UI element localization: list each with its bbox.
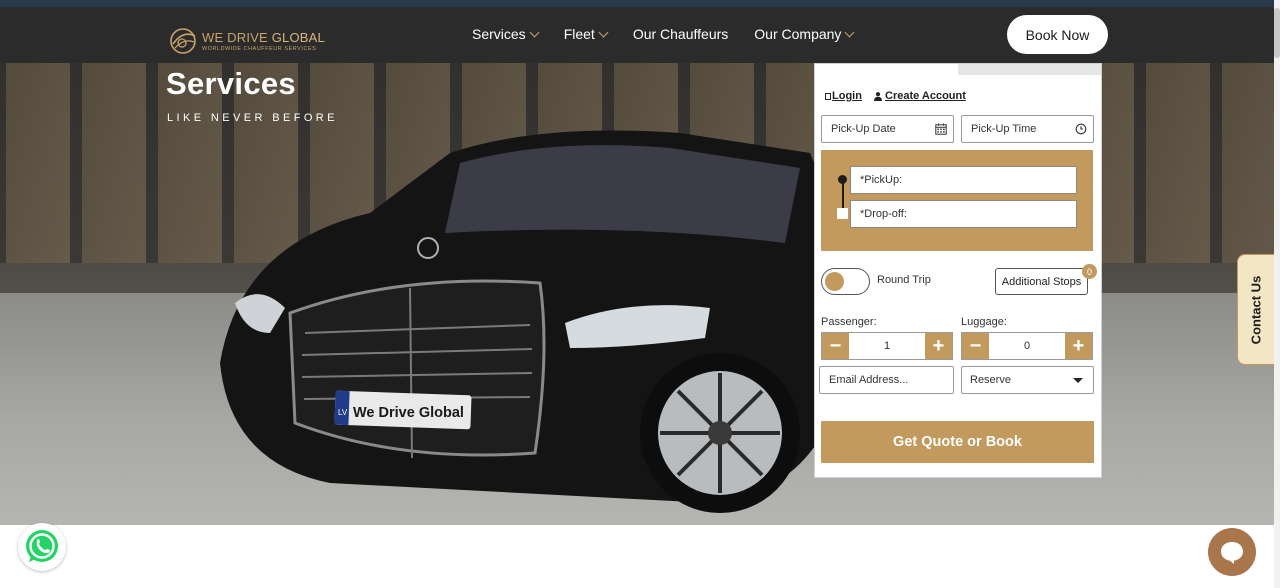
create-account-link[interactable]: Create Account (874, 90, 966, 102)
booking-panel-tab[interactable] (958, 64, 1101, 75)
luggage-stepper: − 0 + (961, 332, 1093, 360)
passenger-label: Passenger: (821, 316, 877, 328)
email-field[interactable]: Email Address... (819, 366, 954, 394)
plate-text: We Drive Global (353, 405, 464, 421)
passenger-stepper: − 1 + (821, 332, 953, 360)
email-placeholder: Email Address... (829, 374, 909, 386)
nav-services[interactable]: Services (472, 26, 540, 42)
globe-logo-icon (170, 28, 196, 54)
chat-bubble-icon (1221, 542, 1243, 564)
chevron-down-icon (598, 27, 609, 37)
nav-fleet[interactable]: Fleet (563, 26, 609, 42)
hero-title: Services (166, 66, 296, 101)
whatsapp-button[interactable] (18, 523, 66, 571)
dropoff-placeholder: *Drop-off: (860, 208, 907, 220)
create-account-label: Create Account (885, 90, 966, 102)
nav-our-company-label: Our Company (754, 26, 842, 42)
book-now-button[interactable]: Book Now (1007, 15, 1108, 54)
hero-car-image: LV We Drive Global (220, 130, 840, 513)
luggage-increment-button[interactable]: + (1065, 333, 1092, 359)
pickup-time-field[interactable]: Pick-Up Time (961, 115, 1094, 143)
user-icon (874, 91, 882, 101)
chevron-down-icon (529, 27, 540, 37)
passenger-value[interactable]: 1 (849, 333, 925, 359)
dropoff-input[interactable]: *Drop-off: (850, 200, 1077, 228)
nav-our-chauffeurs[interactable]: Our Chauffeurs (633, 26, 728, 42)
whatsapp-icon (26, 530, 58, 562)
passenger-increment-button[interactable]: + (925, 333, 952, 359)
get-quote-button[interactable]: Get Quote or Book (821, 421, 1094, 463)
dropoff-marker-icon (837, 208, 848, 219)
pickup-date-field[interactable]: Pick-Up Date (821, 115, 954, 143)
booking-panel: Login Create Account Pick-Up Date Pick-U… (814, 63, 1102, 478)
additional-stops-button[interactable]: Additional Stops (995, 268, 1088, 295)
chat-button[interactable] (1208, 528, 1256, 576)
chevron-down-icon (844, 27, 855, 37)
luggage-decrement-button[interactable]: − (962, 333, 989, 359)
toggle-knob (825, 272, 844, 291)
clock-icon (1075, 123, 1087, 135)
round-trip-label: Round Trip (877, 274, 931, 286)
caret-down-icon (1073, 378, 1083, 383)
top-strip (0, 0, 1280, 7)
pickup-placeholder: *PickUp: (860, 174, 903, 186)
additional-stops-badge: 0 (1082, 264, 1097, 279)
contact-us-tab[interactable]: Contact Us (1237, 254, 1274, 365)
round-trip-toggle[interactable] (821, 268, 870, 295)
luggage-value[interactable]: 0 (989, 333, 1065, 359)
reserve-value: Reserve (970, 374, 1011, 386)
pickup-input[interactable]: *PickUp: (850, 166, 1077, 194)
page-scrollbar[interactable] (1274, 0, 1280, 588)
brand-logo[interactable]: WE DRIVE GLOBAL WORLDWIDE CHAUFFEUR SERV… (168, 26, 325, 56)
nav-fleet-label: Fleet (563, 26, 595, 42)
passenger-decrement-button[interactable]: − (822, 333, 849, 359)
plate-country: LV (338, 408, 348, 417)
nav-our-chauffeurs-label: Our Chauffeurs (632, 26, 729, 42)
luggage-label: Luggage: (961, 316, 1007, 328)
pickup-date-placeholder: Pick-Up Date (831, 123, 896, 135)
login-icon (825, 92, 831, 100)
route-connector (842, 183, 844, 209)
nav-services-label: Services (472, 26, 526, 42)
main-menu: Services Fleet Our Chauffeurs Our Compan… (472, 26, 855, 42)
page: WE DRIVE GLOBAL WORLDWIDE CHAUFFEUR SERV… (0, 0, 1280, 588)
nav-our-company[interactable]: Our Company (754, 26, 855, 42)
route-box: *PickUp: *Drop-off: (821, 150, 1093, 251)
pickup-time-placeholder: Pick-Up Time (971, 123, 1037, 135)
login-link[interactable]: Login (825, 90, 862, 102)
brand-name: WE DRIVE GLOBAL (202, 30, 325, 45)
login-label: Login (832, 90, 862, 102)
reserve-select[interactable]: Reserve (961, 366, 1094, 394)
brand-tagline: WORLDWIDE CHAUFFEUR SERVICES (202, 46, 317, 52)
contact-us-label: Contact Us (1248, 275, 1264, 344)
navbar: WE DRIVE GLOBAL WORLDWIDE CHAUFFEUR SERV… (0, 7, 1274, 63)
hero-subtitle: LIKE NEVER BEFORE (167, 112, 338, 124)
scrollbar-thumb[interactable] (1274, 8, 1280, 58)
calendar-icon (935, 123, 947, 135)
